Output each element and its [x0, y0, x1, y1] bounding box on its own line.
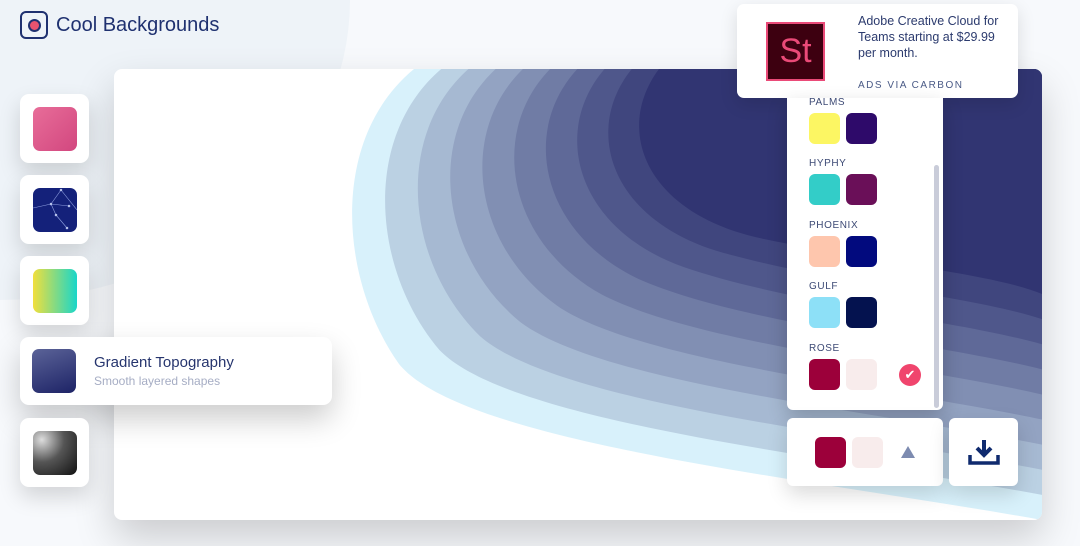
carbon-ad[interactable]: St Adobe Creative Cloud for Teams starti…	[737, 4, 1018, 98]
thumb-waves[interactable]	[20, 418, 89, 487]
thumb-low-poly[interactable]	[20, 94, 89, 163]
palette-name: PALMS	[809, 97, 846, 108]
active-title: Gradient Topography	[94, 354, 234, 371]
palette-phoenix[interactable]: PHOENIX	[809, 220, 877, 267]
swatch-color-2[interactable]	[846, 359, 877, 390]
ad-text[interactable]: Adobe Creative Cloud for Teams starting …	[858, 13, 1008, 61]
download-button[interactable]	[949, 418, 1018, 486]
palette-name: GULF	[809, 281, 839, 292]
palette-name: ROSE	[809, 343, 840, 354]
swatch-color-2[interactable]	[846, 236, 877, 267]
topography-preview	[32, 349, 76, 393]
swatch-color-1[interactable]	[809, 174, 840, 205]
target-icon	[20, 11, 48, 39]
palette-palms[interactable]: PALMS	[809, 97, 877, 144]
swatch-color-2[interactable]	[846, 174, 877, 205]
palette-hyphy[interactable]: HYPHY	[809, 158, 877, 205]
current-color-1[interactable]	[815, 436, 846, 468]
current-color-2[interactable]	[852, 436, 883, 468]
current-palette-toggle[interactable]	[787, 418, 943, 486]
palette-scrollbar[interactable]	[934, 165, 939, 408]
brand[interactable]: Cool Backgrounds	[20, 11, 219, 39]
swatch-color-1[interactable]	[809, 359, 840, 390]
palette-name: PHOENIX	[809, 220, 859, 231]
active-subtitle: Smooth layered shapes	[94, 374, 221, 388]
download-icon	[967, 440, 1000, 465]
thumb-topography-active[interactable]: Gradient Topography Smooth layered shape…	[20, 337, 332, 405]
check-icon: ✔	[899, 363, 921, 386]
swatch-color-2[interactable]	[846, 113, 877, 144]
gradient-preview	[32, 268, 77, 313]
app-title: Cool Backgrounds	[56, 13, 220, 36]
swatch-color-2[interactable]	[846, 297, 877, 328]
palette-name: HYPHY	[809, 158, 847, 169]
low-poly-preview	[32, 106, 77, 151]
thumb-constellation[interactable]	[20, 175, 89, 244]
adobe-stock-logo: St	[766, 22, 825, 81]
constellation-preview	[32, 187, 77, 232]
thumb-gradient[interactable]	[20, 256, 89, 325]
triangle-up-icon	[901, 446, 915, 458]
waves-preview	[32, 430, 77, 475]
palette-gulf[interactable]: GULF	[809, 281, 877, 328]
swatch-color-1[interactable]	[809, 113, 840, 144]
ads-via-carbon-link[interactable]: ADS VIA CARBON	[858, 80, 963, 91]
swatch-color-1[interactable]	[809, 236, 840, 267]
palette-rose[interactable]: ROSE ✔	[809, 343, 921, 390]
palette-list: PALMS HYPHY PHOENIX GULF ROSE ✔	[787, 97, 943, 410]
swatch-color-1[interactable]	[809, 297, 840, 328]
